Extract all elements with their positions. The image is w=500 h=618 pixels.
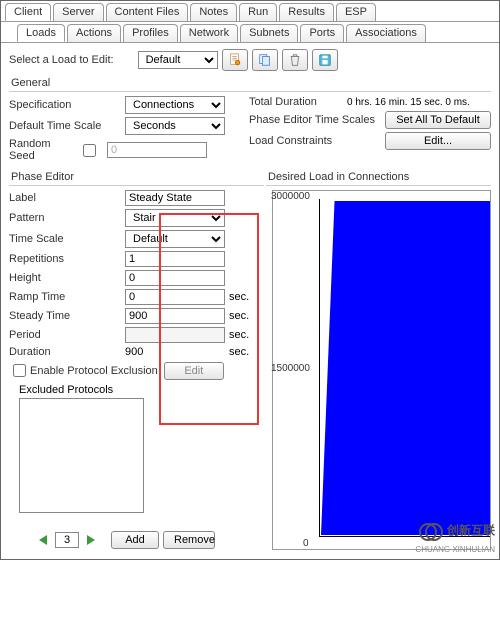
tab-profiles[interactable]: Profiles (123, 24, 178, 42)
lc-label: Load Constraints (249, 135, 379, 147)
period-input (125, 327, 225, 343)
timescale-select[interactable]: Default (125, 230, 225, 248)
delete-load-button[interactable] (282, 49, 308, 71)
pattern-select[interactable]: Stair (125, 209, 225, 227)
new-load-button[interactable] (222, 49, 248, 71)
steady-unit: sec. (229, 310, 249, 322)
tab-client[interactable]: Client (5, 3, 51, 21)
period-label: Period (9, 329, 125, 341)
repetitions-label: Repetitions (9, 253, 125, 265)
general-title: General (9, 75, 491, 92)
y-tick-zero: 0 (303, 538, 309, 549)
dts-label: Default Time Scale (9, 120, 125, 132)
spec-label: Specification (9, 99, 125, 111)
remove-button[interactable]: Remove (163, 531, 215, 549)
tab-content-files[interactable]: Content Files (106, 3, 189, 21)
trash-icon (288, 53, 302, 67)
tab-results[interactable]: Results (279, 3, 334, 21)
set-all-to-default-button[interactable]: Set All To Default (385, 111, 491, 129)
steady-label: Steady Time (9, 310, 125, 322)
label-label: Label (9, 192, 125, 204)
tab-actions[interactable]: Actions (67, 24, 121, 42)
seed-label: Random Seed (9, 138, 79, 162)
phase-editor-title: Phase Editor (9, 169, 264, 186)
save-load-button[interactable] (312, 49, 338, 71)
tab-run[interactable]: Run (239, 3, 277, 21)
save-icon (318, 53, 332, 67)
duration-unit: sec. (229, 346, 249, 358)
repetitions-input[interactable] (125, 251, 225, 267)
excluded-protocols-label: Excluded Protocols (19, 384, 113, 396)
seed-input[interactable] (107, 142, 207, 158)
add-button[interactable]: Add (111, 531, 159, 549)
next-arrow-icon[interactable] (87, 535, 95, 545)
tab-subnets[interactable]: Subnets (240, 24, 298, 42)
epe-checkbox[interactable] (13, 364, 26, 377)
tab-ports[interactable]: Ports (300, 24, 344, 42)
ramp-input[interactable] (125, 289, 225, 305)
select-load-label: Select a Load to Edit: (9, 54, 114, 66)
load-constraints-edit-button[interactable]: Edit... (385, 132, 491, 150)
y-tick-mid: 1500000 (271, 363, 310, 374)
pattern-label: Pattern (9, 212, 125, 224)
total-duration-value: 0 hrs. 16 min. 15 sec. 0 ms. (347, 97, 470, 108)
period-unit: sec. (229, 329, 249, 341)
spec-select[interactable]: Connections (125, 96, 225, 114)
document-icon (228, 53, 242, 67)
desired-load-title: Desired Load in Connections (266, 169, 491, 186)
sub-tabs: Loads Actions Profiles Network Subnets P… (1, 22, 499, 42)
duration-label: Duration (9, 346, 125, 358)
prev-arrow-icon[interactable] (39, 535, 47, 545)
height-input[interactable] (125, 270, 225, 286)
tab-server[interactable]: Server (53, 3, 103, 21)
tab-esp[interactable]: ESP (336, 3, 376, 21)
watermark: 创新互联 CHUANG XINHULIAN (415, 519, 495, 555)
pets-label: Phase Editor Time Scales (249, 114, 379, 126)
phase-index-input[interactable] (55, 532, 79, 548)
watermark-brand: 创新互联 (447, 524, 495, 538)
load-chart: 3000000 1500000 0 (272, 190, 491, 550)
total-duration-label: Total Duration (249, 96, 339, 108)
label-input[interactable] (125, 190, 225, 206)
tab-network[interactable]: Network (180, 24, 238, 42)
seed-checkbox[interactable] (83, 144, 96, 157)
timescale-label: Time Scale (9, 233, 125, 245)
y-tick-top: 3000000 (271, 191, 310, 202)
copy-icon (258, 53, 272, 67)
dts-select[interactable]: Seconds (125, 117, 225, 135)
watermark-sub: CHUANG XINHULIAN (415, 545, 495, 554)
tab-associations[interactable]: Associations (346, 24, 426, 42)
excluded-protocols-list[interactable] (19, 398, 144, 513)
epe-label: Enable Protocol Exclusion (30, 365, 158, 377)
main-tabs: Client Server Content Files Notes Run Re… (1, 1, 499, 21)
epe-edit-button: Edit (164, 362, 224, 380)
ramp-unit: sec. (229, 291, 249, 303)
copy-load-button[interactable] (252, 49, 278, 71)
tab-notes[interactable]: Notes (190, 3, 237, 21)
height-label: Height (9, 272, 125, 284)
load-select[interactable]: Default (138, 51, 218, 69)
duration-value: 900 (125, 346, 225, 358)
steady-input[interactable] (125, 308, 225, 324)
watermark-logo-icon (418, 519, 444, 545)
tab-loads[interactable]: Loads (17, 24, 65, 42)
ramp-label: Ramp Time (9, 291, 125, 303)
